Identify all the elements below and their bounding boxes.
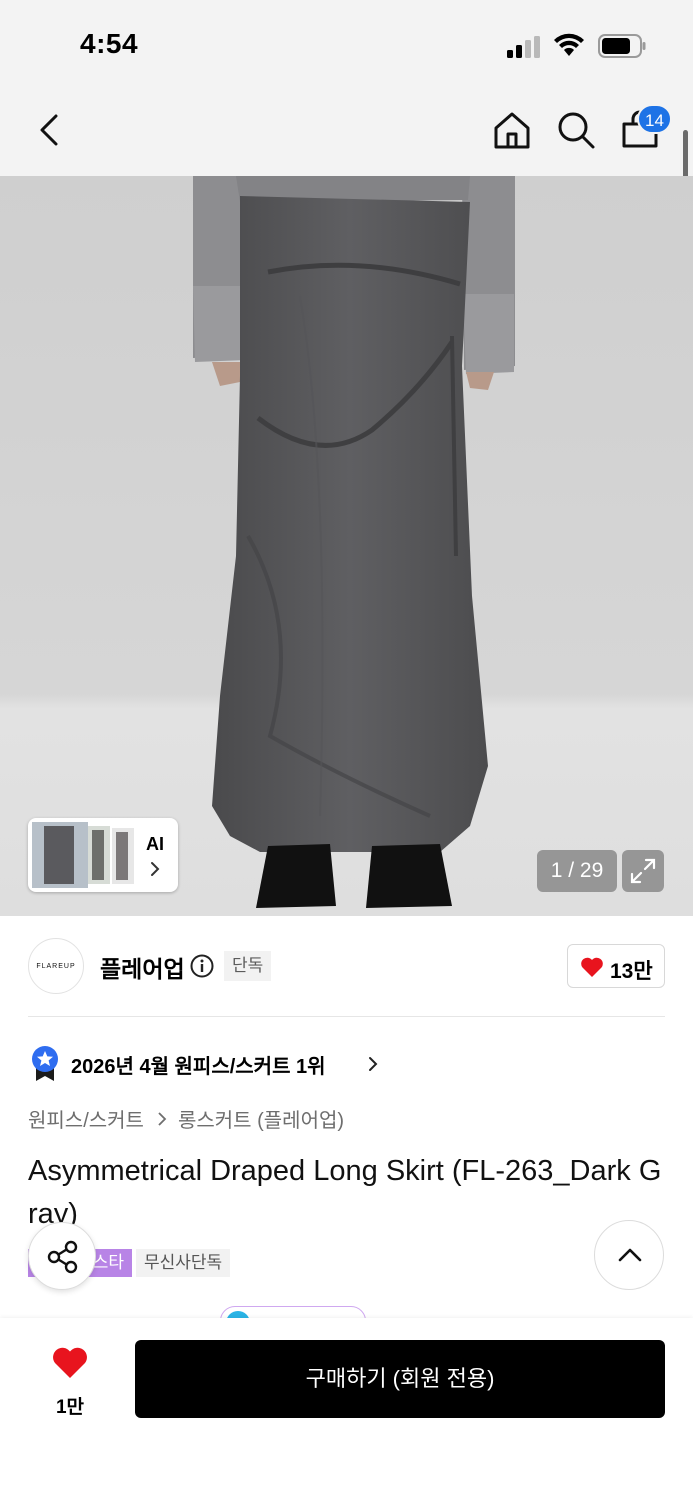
share-icon: [47, 1240, 78, 1274]
chevron-right-icon: [151, 862, 160, 876]
heart-icon: [53, 1347, 87, 1378]
info-icon[interactable]: [190, 954, 214, 978]
breadcrumb: 원피스/스커트 롱스커트 (플레어업): [28, 1104, 344, 1134]
product-title: Asymmetrical Draped Long Skirt (FL-263_D…: [28, 1155, 662, 1230]
cellular-signal-icon: [507, 36, 540, 58]
cart-count-badge: 14: [637, 104, 672, 134]
ranking-link[interactable]: 2026년 4월 원피스/스커트 1위: [28, 1044, 668, 1084]
chevron-right-icon: [158, 1111, 167, 1126]
status-bar: 4:54: [0, 0, 693, 90]
similar-items-thumbnails: [32, 822, 134, 888]
product-image-gallery[interactable]: [0, 176, 693, 916]
product-like-button[interactable]: 1만: [30, 1342, 110, 1422]
scroll-to-top-button[interactable]: [594, 1220, 664, 1290]
status-time: 4:54: [80, 28, 139, 59]
battery-icon: [598, 34, 646, 58]
chevron-up-icon: [618, 1248, 642, 1262]
brand-logo[interactable]: FLAREUP: [28, 938, 84, 994]
top-navigation: [0, 90, 693, 176]
brand-like-button[interactable]: 13만: [567, 944, 665, 988]
brand-like-count: 13만: [610, 960, 653, 983]
brand-name[interactable]: 플레어업: [100, 950, 185, 984]
chevron-right-icon: [369, 1057, 378, 1071]
ai-label: AI: [146, 834, 164, 854]
medal-icon: [32, 1046, 58, 1081]
home-icon[interactable]: [490, 108, 534, 152]
search-icon[interactable]: [554, 108, 598, 152]
breadcrumb-category[interactable]: 원피스/스커트: [28, 1110, 144, 1132]
heart-icon: [581, 957, 603, 977]
product-photo: [0, 176, 693, 916]
brand-row: FLAREUP 플레어업 단독 13만: [0, 916, 693, 1016]
divider: [28, 1016, 665, 1017]
buy-button[interactable]: 구매하기 (회원 전용): [135, 1340, 665, 1418]
expand-button[interactable]: [622, 850, 664, 892]
product-like-count: 1만: [55, 1397, 85, 1418]
exclusive-tag: 단독: [224, 951, 272, 981]
review-summary-row-partial: [28, 1300, 428, 1318]
wifi-icon: [554, 33, 584, 56]
ranking-text: 2026년 4월 원피스/스커트 1위: [71, 1056, 326, 1078]
bottom-purchase-bar: 1만 구매하기 (회원 전용): [0, 1318, 693, 1500]
image-counter: 1 / 29: [537, 850, 617, 892]
expand-icon: [630, 858, 656, 884]
chevron-left-icon[interactable]: [30, 110, 70, 150]
ai-similar-items-button[interactable]: AI: [28, 818, 178, 892]
share-button[interactable]: [28, 1222, 96, 1290]
breadcrumb-subcategory[interactable]: 롱스커트 (플레어업): [178, 1110, 344, 1132]
musinsa-exclusive-tag: 무신사단독: [136, 1249, 231, 1277]
